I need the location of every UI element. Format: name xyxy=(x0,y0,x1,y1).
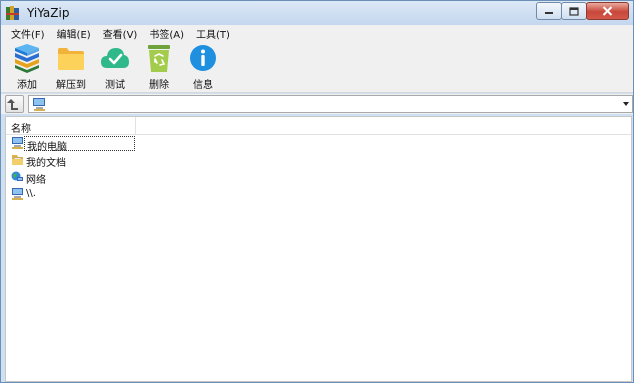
cloud-check-icon xyxy=(101,48,129,68)
list-item-label: 我的电脑 xyxy=(24,136,135,153)
list-item-device-root[interactable]: \\. xyxy=(6,186,631,203)
close-icon xyxy=(602,6,613,16)
up-folder-button[interactable] xyxy=(5,95,24,113)
list-item-my-documents[interactable]: 我的文档 xyxy=(6,152,631,169)
window-controls xyxy=(536,2,629,21)
list-item-my-computer[interactable]: 我的电脑 xyxy=(6,135,631,153)
maximize-icon xyxy=(569,6,579,16)
info-icon xyxy=(190,45,216,71)
menu-bookmarks[interactable]: 书签(A) xyxy=(143,26,190,41)
network-icon xyxy=(11,171,23,181)
list-item-network[interactable]: 网络 xyxy=(6,169,631,186)
file-list[interactable]: 名称 我的电脑 我的文档 网络 \\. xyxy=(5,116,632,382)
menu-view[interactable]: 查看(V) xyxy=(97,26,144,41)
recycle-bin-icon xyxy=(148,45,170,72)
list-item-label: 我的文档 xyxy=(26,158,66,169)
list-header: 名称 xyxy=(6,117,631,135)
info-label: 信息 xyxy=(193,80,213,91)
list-rows: 我的电脑 我的文档 网络 \\. xyxy=(6,135,631,203)
computer-icon xyxy=(12,188,23,200)
title-bar[interactable]: YiYaZip xyxy=(1,1,633,25)
chevron-down-icon[interactable] xyxy=(623,102,629,106)
maximize-button[interactable] xyxy=(561,2,587,20)
test-label: 测试 xyxy=(105,80,125,91)
minimize-button[interactable] xyxy=(536,2,562,20)
list-item-label: \\. xyxy=(26,188,36,199)
address-input[interactable] xyxy=(28,95,633,113)
menu-file[interactable]: 文件(F) xyxy=(5,26,51,41)
test-button[interactable]: 测试 xyxy=(99,43,131,91)
extract-to-label: 解压到 xyxy=(56,80,86,91)
menu-bar: 文件(F) 编辑(E) 查看(V) 书签(A) 工具(T) xyxy=(1,25,633,41)
toolbar: 添加 解压到 测试 删除 信息 xyxy=(1,41,633,93)
menu-tools[interactable]: 工具(T) xyxy=(190,26,236,41)
add-books-icon xyxy=(15,44,39,73)
delete-label: 删除 xyxy=(149,80,169,91)
folder-icon xyxy=(58,48,84,70)
app-window: YiYaZip 文件(F) 编辑(E) 查看(V) 书签(A) 工具(T) 添加… xyxy=(0,0,634,383)
menu-edit[interactable]: 编辑(E) xyxy=(51,26,97,41)
extract-to-button[interactable]: 解压到 xyxy=(53,43,89,91)
list-item-label: 网络 xyxy=(26,175,46,186)
info-button[interactable]: 信息 xyxy=(187,43,219,91)
add-label: 添加 xyxy=(17,80,37,91)
address-bar xyxy=(1,94,633,114)
close-button[interactable] xyxy=(586,2,629,20)
up-arrow-icon xyxy=(7,99,18,110)
documents-icon xyxy=(12,155,23,165)
computer-icon xyxy=(33,98,45,111)
add-button[interactable]: 添加 xyxy=(9,43,45,91)
minimize-icon xyxy=(545,12,553,14)
window-title: YiYaZip xyxy=(27,6,70,20)
delete-button[interactable]: 删除 xyxy=(143,43,175,91)
app-logo-icon xyxy=(6,6,19,20)
computer-icon xyxy=(12,137,23,149)
column-header-name[interactable]: 名称 xyxy=(6,117,136,135)
